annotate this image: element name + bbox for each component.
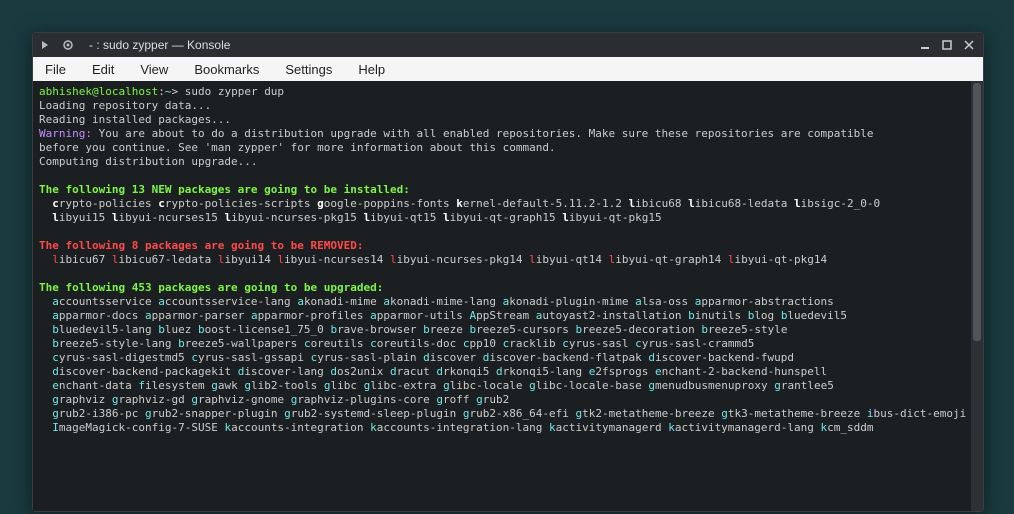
- menu-view[interactable]: View: [136, 60, 172, 79]
- maximize-button[interactable]: [937, 36, 957, 54]
- menu-bookmarks[interactable]: Bookmarks: [190, 60, 263, 79]
- menu-settings[interactable]: Settings: [281, 60, 336, 79]
- menu-edit[interactable]: Edit: [88, 60, 118, 79]
- konsole-window: - : sudo zypper — Konsole File Edit View…: [32, 32, 984, 512]
- window-controls: [915, 36, 979, 54]
- menu-file[interactable]: File: [41, 60, 70, 79]
- window-title: - : sudo zypper — Konsole: [89, 38, 230, 52]
- minimize-button[interactable]: [915, 36, 935, 54]
- app-launcher-icon[interactable]: [37, 36, 55, 54]
- menu-help[interactable]: Help: [354, 60, 389, 79]
- scrollbar[interactable]: [971, 81, 983, 511]
- titlebar[interactable]: - : sudo zypper — Konsole: [33, 33, 983, 57]
- menubar: File Edit View Bookmarks Settings Help: [33, 57, 983, 81]
- titlebar-left: - : sudo zypper — Konsole: [37, 36, 230, 54]
- close-button[interactable]: [959, 36, 979, 54]
- terminal-viewport: abhishek@localhost:~> sudo zypper dup Lo…: [33, 81, 983, 511]
- terminal-output[interactable]: abhishek@localhost:~> sudo zypper dup Lo…: [33, 81, 971, 511]
- target-icon[interactable]: [59, 36, 77, 54]
- scroll-thumb[interactable]: [973, 83, 981, 341]
